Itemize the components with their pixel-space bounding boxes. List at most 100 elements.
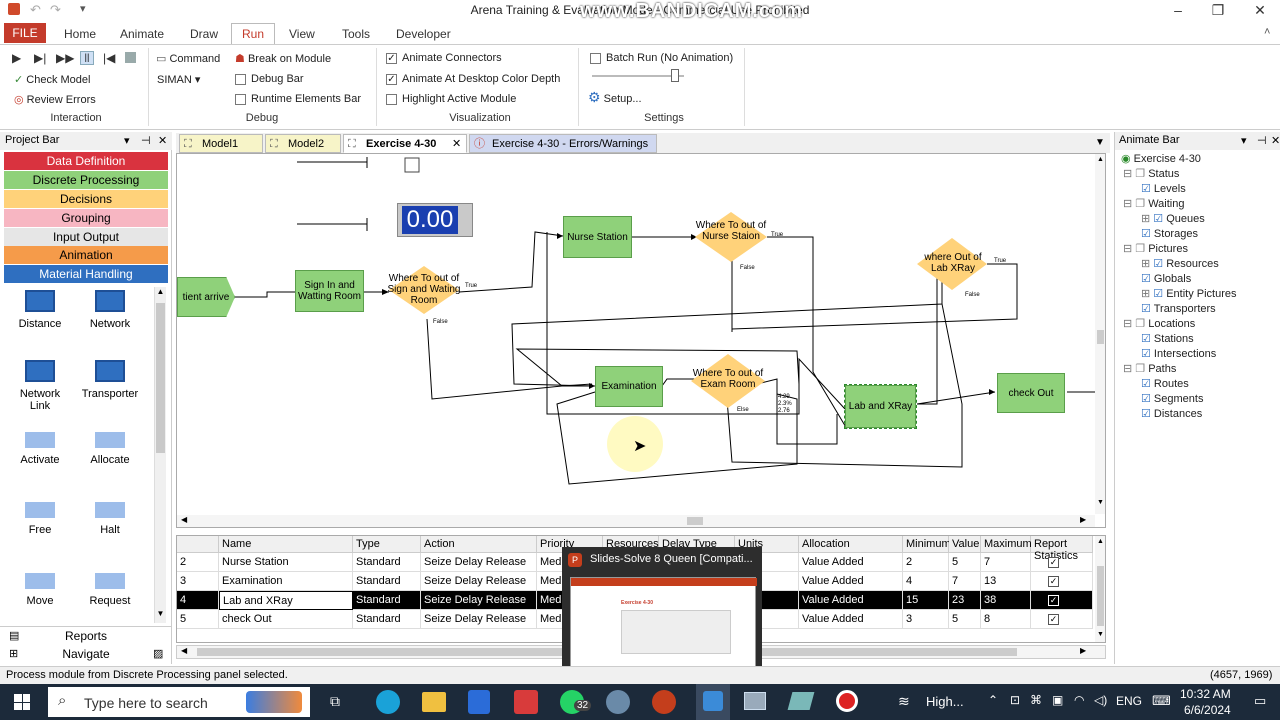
weather-text[interactable]: High... [926,694,964,709]
cell-action[interactable]: Seize Delay Release [421,610,537,629]
col-report-statistics[interactable]: Report Statistics [1031,536,1093,562]
report-statistics-checkbox[interactable]: ✓ [1031,591,1093,610]
variable-display[interactable]: 0.00 [397,203,473,237]
start-over-icon[interactable]: |◀ [103,51,115,65]
tab-model2[interactable]: ⛶ Model2 [265,134,341,153]
dropdown-icon[interactable]: ▾ [1241,134,1247,147]
edge-icon[interactable] [376,690,400,714]
col-name[interactable]: Name [219,536,353,553]
tool-distance[interactable]: Distance [10,290,70,330]
weather-icon[interactable]: ≋ [898,693,910,710]
windows-start-icon[interactable] [14,694,30,710]
cell-name[interactable]: check Out [219,610,353,629]
cell-action[interactable]: Seize Delay Release [421,591,537,610]
cell-min[interactable]: 2 [903,553,949,572]
pin-icon[interactable]: ⊣ [1257,134,1267,147]
tree-item[interactable]: ⊟ ❐ Locations [1123,317,1195,330]
tab-run[interactable]: Run [231,23,275,45]
grid-vscroll[interactable]: ▲ ▼ [1095,536,1105,642]
tree-item[interactable]: ☑ Globals [1141,272,1191,285]
cell-allocation[interactable]: Value Added [799,591,903,610]
tree-item[interactable]: ⊞ ☑ Queues [1141,212,1205,225]
cell-type[interactable]: Standard [353,610,421,629]
close-panel-icon[interactable]: ✕ [158,134,167,147]
expand-icon[interactable]: ⊞ [1141,213,1153,225]
cell-value[interactable]: 5 [949,553,981,572]
close-tab-icon[interactable]: ✕ [452,135,461,153]
row-number[interactable]: 2 [177,553,219,572]
process-nurse-station[interactable]: Nurse Station [563,216,632,258]
speed-slider-thumb[interactable] [671,69,679,82]
check-model-button[interactable]: ✓ Check Model [14,73,90,86]
maximize-icon[interactable]: ❐ [1208,2,1228,20]
animate-connectors-checkbox[interactable]: ✓ Animate Connectors [386,52,502,64]
col-allocation[interactable]: Allocation [799,536,903,553]
cell-allocation[interactable]: Value Added [799,610,903,629]
report-statistics-checkbox[interactable]: ✓ [1031,572,1093,591]
cell-value[interactable]: 5 [949,610,981,629]
tab-home[interactable]: Home [64,27,96,41]
wifi-icon[interactable]: ◠ [1074,693,1084,707]
cell-action[interactable]: Seize Delay Release [421,553,537,572]
report-statistics-checkbox[interactable]: ✓ [1031,553,1093,572]
collapse-icon[interactable]: ⊟ [1123,198,1135,210]
tool-move[interactable]: Move [10,573,70,607]
command-button[interactable]: ▭ Command [156,52,220,65]
cell-name[interactable]: Lab and XRay [219,591,353,610]
col-maximum[interactable]: Maximum [981,536,1032,553]
tab-list-icon[interactable]: ▼ [1095,137,1105,148]
panel-data-definition[interactable]: Data Definition [4,152,168,170]
cell-name[interactable]: Nurse Station [219,553,353,572]
keyboard-icon[interactable]: ⌨ [1152,693,1171,709]
cell-allocation[interactable]: Value Added [799,572,903,591]
col-type[interactable]: Type [353,536,421,553]
end-icon[interactable] [125,52,136,63]
office-icon[interactable] [514,690,538,714]
tree-item[interactable]: ☑ Levels [1141,182,1186,195]
process-sign-in[interactable]: Sign In and Watting Room [295,270,364,312]
project-bar-scrollbar[interactable]: ▲ ▼ [154,287,166,623]
tree-item[interactable]: ⊞ ☑ Resources [1141,257,1219,270]
col-minimum[interactable]: Minimum [903,536,951,553]
tree-item[interactable]: ☑ Routes [1141,377,1189,390]
create-patient-arrive[interactable]: tient arrive [177,277,235,317]
go-icon[interactable]: ▶ [12,51,21,65]
break-on-module-button[interactable]: ☗ Break on Module [235,52,331,65]
tray-app-icon[interactable]: ⊡ [1010,693,1020,707]
col-action[interactable]: Action [421,536,537,553]
process-lab-xray[interactable]: Lab and XRay [844,384,917,429]
close-icon[interactable]: ✕ [1250,2,1270,20]
row-number[interactable]: 4 [177,591,219,610]
cell-action[interactable]: Seize Delay Release [421,572,537,591]
dispose-check-out[interactable]: check Out [997,373,1065,413]
row-number[interactable]: 3 [177,572,219,591]
cell-value[interactable]: 23 [949,591,981,610]
panel-discrete-processing[interactable]: Discrete Processing [4,171,168,189]
cell-max[interactable]: 8 [981,610,1031,629]
collapse-icon[interactable]: ⊟ [1123,243,1135,255]
language-indicator[interactable]: ENG [1116,694,1142,708]
tool-network[interactable]: Network [80,290,140,330]
task-view-icon[interactable]: ⧉ [330,693,340,710]
cell-min[interactable]: 3 [903,610,949,629]
expand-icon[interactable]: ⊞ [1141,288,1153,300]
cell-min[interactable]: 4 [903,572,949,591]
tree-item[interactable]: ⊟ ❐ Waiting [1123,197,1184,210]
close-panel-icon[interactable]: ✕ [1271,134,1280,147]
collapse-ribbon-icon[interactable]: ˄ [1264,26,1270,38]
report-statistics-checkbox[interactable]: ✓ [1031,610,1093,629]
cell-name[interactable]: Examination [219,572,353,591]
cell-type[interactable]: Standard [353,572,421,591]
panel-input-output[interactable]: Input Output [4,228,168,246]
siman-button[interactable]: SIMAN ▾ [157,73,200,86]
tree-item[interactable]: ☑ Segments [1141,392,1203,405]
row-number[interactable]: 5 [177,610,219,629]
cell-type[interactable]: Standard [353,553,421,572]
tab-animate[interactable]: Animate [120,27,164,41]
cell-type[interactable]: Standard [353,591,421,610]
tree-item[interactable]: ⊟ ❐ Pictures [1123,242,1188,255]
process-examination[interactable]: Examination [595,366,663,407]
cell-max[interactable]: 38 [981,591,1031,610]
expand-icon[interactable]: ⊞ [1141,258,1153,270]
tab-view[interactable]: View [289,27,315,41]
